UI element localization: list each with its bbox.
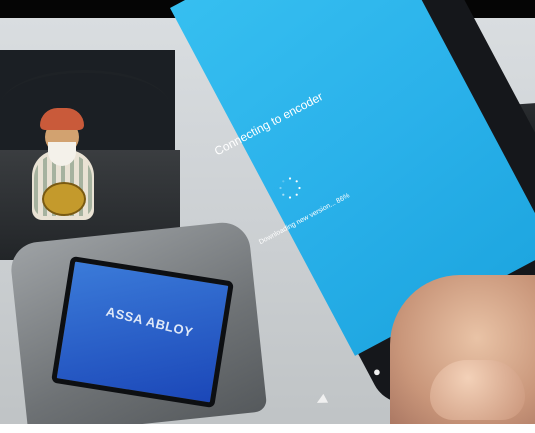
thumb [430, 360, 525, 420]
figurine-hat [40, 108, 84, 130]
photo-scene: ASSA ABLOY Connecting to encoder Downloa… [0, 0, 535, 433]
figurine-pot [42, 182, 86, 216]
figurine [28, 108, 98, 220]
back-triangle-icon[interactable]: ◀ [313, 391, 329, 410]
loading-spinner-icon [279, 177, 301, 199]
bottom-border [0, 424, 535, 433]
home-circle-icon[interactable]: ● [373, 364, 381, 379]
